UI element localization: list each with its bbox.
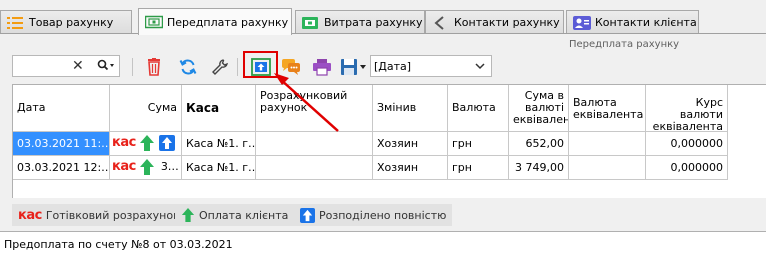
column-header-currency[interactable]: Валюта — [448, 85, 509, 132]
date-cell[interactable]: 03.03.2021 12:… — [13, 156, 110, 180]
money-icon — [144, 15, 164, 29]
table-row[interactable]: 03.03.2021 11:… кас Каса №1. г… Хозяин г… — [13, 132, 766, 156]
phone-icon — [432, 15, 448, 30]
tab-label: Товар рахунку — [29, 16, 114, 29]
sum-cell[interactable]: кас — [110, 132, 182, 156]
tab-label: Контакти рахунку — [454, 16, 560, 29]
green-up-arrow-icon — [181, 208, 195, 222]
toolbar: ✕ [Дата] — [0, 52, 766, 82]
panel-subtitle: Передплата рахунку — [569, 39, 680, 50]
tab-bar: Товар рахунку Передплата рахунку Витрата… — [0, 8, 766, 35]
rate-cell[interactable]: 0,000000 — [646, 132, 728, 156]
legend-label: Оплата клієнта — [199, 208, 289, 222]
contacts-icon — [573, 15, 591, 30]
comment-area[interactable]: Предоплата по счету №8 от 03.03.2021 — [0, 231, 766, 280]
expense-icon — [302, 16, 318, 30]
changed-by-cell[interactable]: Хозяин — [373, 132, 448, 156]
tab-invoice-prepayment[interactable]: Передплата рахунку — [138, 8, 292, 35]
highlight-annotation — [243, 51, 278, 78]
floppy-icon — [341, 59, 366, 75]
tab-label: Витрата рахунку — [324, 16, 423, 29]
column-header-changed-by[interactable]: Змінив — [373, 85, 448, 132]
account-cell[interactable] — [256, 156, 373, 180]
search-button[interactable] — [92, 55, 120, 77]
comment-text: Предоплата по счету №8 от 03.03.2021 — [4, 238, 233, 251]
refresh-icon — [179, 59, 197, 75]
list-icon — [7, 16, 23, 30]
sum-value: 3… — [160, 160, 179, 173]
currency-cell[interactable]: грн — [448, 132, 509, 156]
column-header-currency-equiv[interactable]: Валюта еквівалента — [569, 85, 646, 132]
tab-invoice-goods[interactable]: Товар рахунку — [0, 10, 132, 34]
kasa-cell[interactable]: Каса №1. г… — [182, 156, 256, 180]
rate-cell[interactable]: 0,000000 — [646, 156, 728, 180]
tab-client-contacts[interactable]: Контакти клієнта — [566, 10, 699, 34]
cash-badge: кас — [112, 159, 136, 174]
date-cell[interactable]: 03.03.2021 11:… — [13, 132, 110, 156]
legend-label: Готівковий розрахунок — [45, 208, 180, 222]
table-row[interactable]: 03.03.2021 12:… кас 3… Каса №1. г… Хозяи… — [13, 156, 766, 180]
sum-equiv-cell[interactable]: 652,00 — [509, 132, 569, 156]
refresh-button[interactable] — [175, 54, 201, 80]
save-button[interactable] — [338, 54, 370, 80]
date-filter-select[interactable]: [Дата] — [370, 55, 492, 77]
print-button[interactable] — [309, 54, 335, 80]
comments-button[interactable] — [278, 54, 304, 80]
distributed-icon — [300, 207, 315, 223]
tab-divider — [0, 33, 766, 34]
cash-badge: кас — [18, 207, 42, 223]
chat-icon — [282, 59, 300, 75]
toolbar-separator — [132, 58, 133, 76]
green-up-arrow-icon — [140, 159, 155, 175]
legend-bar: кас Готівковий розрахунок Оплата клієнта… — [12, 204, 766, 226]
tab-invoice-expense[interactable]: Витрата рахунку — [295, 10, 425, 34]
column-header-kasa[interactable]: Каса — [182, 85, 256, 132]
clear-icon[interactable]: ✕ — [72, 58, 84, 74]
tab-label: Контакти клієнта — [595, 16, 697, 29]
column-header-sum[interactable]: Сума — [110, 85, 182, 132]
currency-equiv-cell[interactable] — [569, 156, 646, 180]
toolbar-separator — [237, 58, 238, 76]
distributed-icon — [158, 135, 175, 151]
trash-icon — [148, 58, 160, 76]
delete-button[interactable] — [141, 54, 167, 80]
green-up-arrow-icon — [140, 135, 155, 151]
column-header-date[interactable]: Дата — [13, 85, 110, 132]
column-header-rate[interactable]: Курс валюти еквівалента — [646, 85, 728, 132]
currency-cell[interactable]: грн — [448, 156, 509, 180]
tab-invoice-contacts[interactable]: Контакти рахунку — [425, 10, 564, 34]
kasa-cell[interactable]: Каса №1. г… — [182, 132, 256, 156]
tab-label: Передплата рахунку — [167, 15, 289, 29]
printer-icon — [313, 59, 331, 76]
column-header-account[interactable]: Розрахунковий рахунок — [256, 85, 373, 132]
column-header-sum-equiv[interactable]: Сума в валюті еквівалента — [509, 85, 569, 132]
wrench-icon — [212, 59, 228, 75]
date-filter-value: [Дата] — [374, 59, 412, 73]
legend-cash: кас Готівковий розрахунок — [12, 204, 186, 226]
account-cell[interactable] — [256, 132, 373, 156]
sum-cell[interactable]: кас 3… — [110, 156, 182, 180]
legend-client-payment: Оплата клієнта — [175, 204, 295, 226]
legend-distributed: Розподілено повністю — [294, 204, 453, 226]
changed-by-cell[interactable]: Хозяин — [373, 156, 448, 180]
currency-equiv-cell[interactable] — [569, 132, 646, 156]
prepayment-table: Дата Сума Каса Розрахунковий рахунок Змі… — [12, 84, 766, 198]
legend-label: Розподілено повністю — [319, 208, 447, 222]
search-icon — [97, 59, 115, 74]
settings-button[interactable] — [207, 54, 233, 80]
chevron-down-icon — [475, 59, 485, 76]
sum-equiv-cell[interactable]: 3 749,00 — [509, 156, 569, 180]
cash-badge: кас — [112, 135, 136, 150]
